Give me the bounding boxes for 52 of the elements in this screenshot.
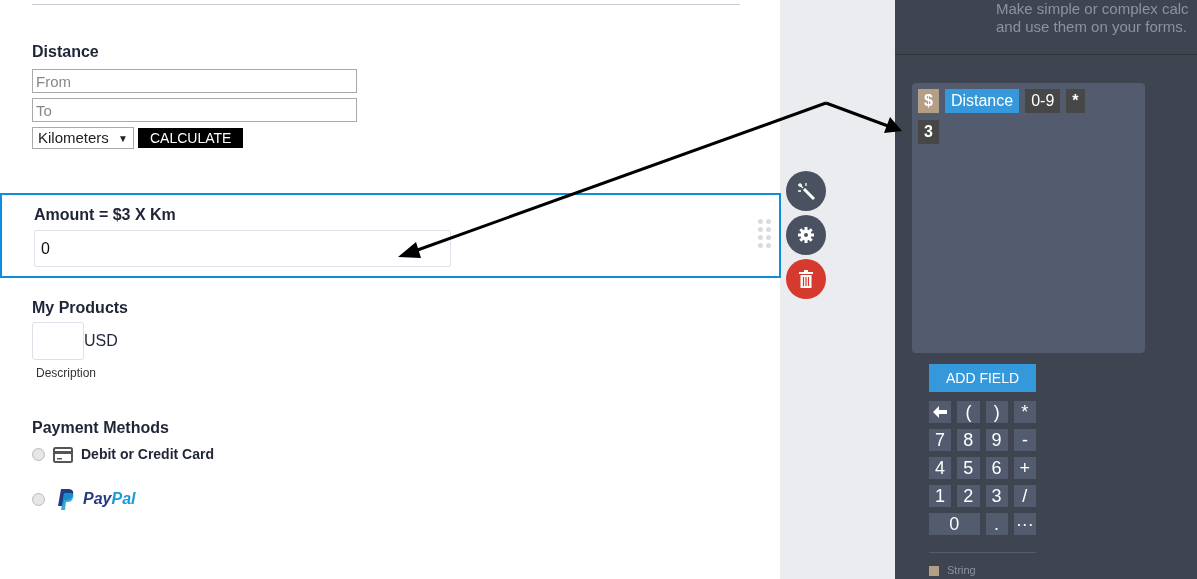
keypad-key[interactable]: - bbox=[1013, 429, 1036, 451]
input-field[interactable]: From bbox=[32, 69, 357, 93]
trash-icon bbox=[799, 270, 813, 288]
backspace-key[interactable] bbox=[929, 401, 952, 423]
keypad-key[interactable]: 7 bbox=[929, 429, 952, 451]
intro-text: and use them on your forms. bbox=[996, 17, 1187, 37]
keypad-key[interactable]: 6 bbox=[985, 457, 1008, 479]
delete-button[interactable] bbox=[786, 259, 826, 299]
magic-wand-icon bbox=[797, 182, 815, 200]
unit-dropdown[interactable]: Kilometers ▼ bbox=[32, 127, 134, 149]
keypad-key[interactable]: 5 bbox=[957, 457, 980, 479]
keypad-key[interactable]: 8 bbox=[957, 429, 980, 451]
field-label: Distance bbox=[32, 42, 100, 62]
intro-text: Make simple or complex calc bbox=[996, 0, 1189, 17]
input-field[interactable]: To bbox=[32, 98, 357, 122]
caret-icon: ▼ bbox=[118, 130, 128, 146]
keypad-key[interactable]: 3 bbox=[985, 485, 1008, 507]
radio-button[interactable] bbox=[32, 448, 45, 461]
keypad-key[interactable]: + bbox=[1013, 457, 1036, 479]
currency-label: USD bbox=[84, 331, 118, 351]
formula-editor[interactable]: $ Distance 0-9 * 3 bbox=[912, 83, 1145, 353]
keypad-key[interactable]: 0 bbox=[929, 513, 980, 535]
field-description: Description bbox=[36, 365, 97, 382]
credit-card-icon bbox=[53, 446, 73, 463]
paypal-p-icon bbox=[57, 488, 75, 510]
formula-token[interactable]: * bbox=[1066, 89, 1085, 113]
legend-label: String bbox=[947, 565, 976, 576]
formula-token[interactable]: 3 bbox=[918, 120, 939, 144]
calculate-button[interactable]: CALCULATE bbox=[138, 128, 244, 148]
keypad-key[interactable]: 1 bbox=[929, 485, 952, 507]
formula-token[interactable]: 0-9 bbox=[1025, 89, 1061, 113]
keypad-key[interactable]: ··· bbox=[1013, 513, 1036, 535]
back-arrow-icon bbox=[933, 406, 948, 418]
keypad-key[interactable]: 4 bbox=[929, 457, 952, 479]
keypad-key[interactable]: ( bbox=[957, 401, 980, 423]
drag-handle-icon[interactable] bbox=[758, 219, 771, 248]
radio-button[interactable] bbox=[32, 492, 45, 506]
keypad-key[interactable]: * bbox=[1013, 401, 1036, 423]
keypad-key[interactable]: ) bbox=[985, 401, 1008, 423]
settings-icon bbox=[798, 227, 814, 243]
field-label: My Products bbox=[32, 298, 129, 318]
input-field[interactable]: 0 bbox=[34, 230, 451, 267]
magic-wand-button[interactable] bbox=[786, 171, 826, 211]
keypad-key[interactable]: 2 bbox=[957, 485, 980, 507]
paypal-wordmark: PayPal bbox=[83, 489, 136, 509]
settings-button[interactable] bbox=[786, 215, 826, 255]
payment-option-label: Debit or Credit Card bbox=[81, 445, 214, 464]
field-label: Amount = $3 X Km bbox=[34, 205, 177, 225]
keypad-key[interactable]: 9 bbox=[985, 429, 1008, 451]
keypad-key[interactable]: . bbox=[985, 513, 1008, 535]
field-label: Payment Methods bbox=[32, 418, 170, 438]
keypad-key[interactable]: / bbox=[1013, 485, 1036, 507]
